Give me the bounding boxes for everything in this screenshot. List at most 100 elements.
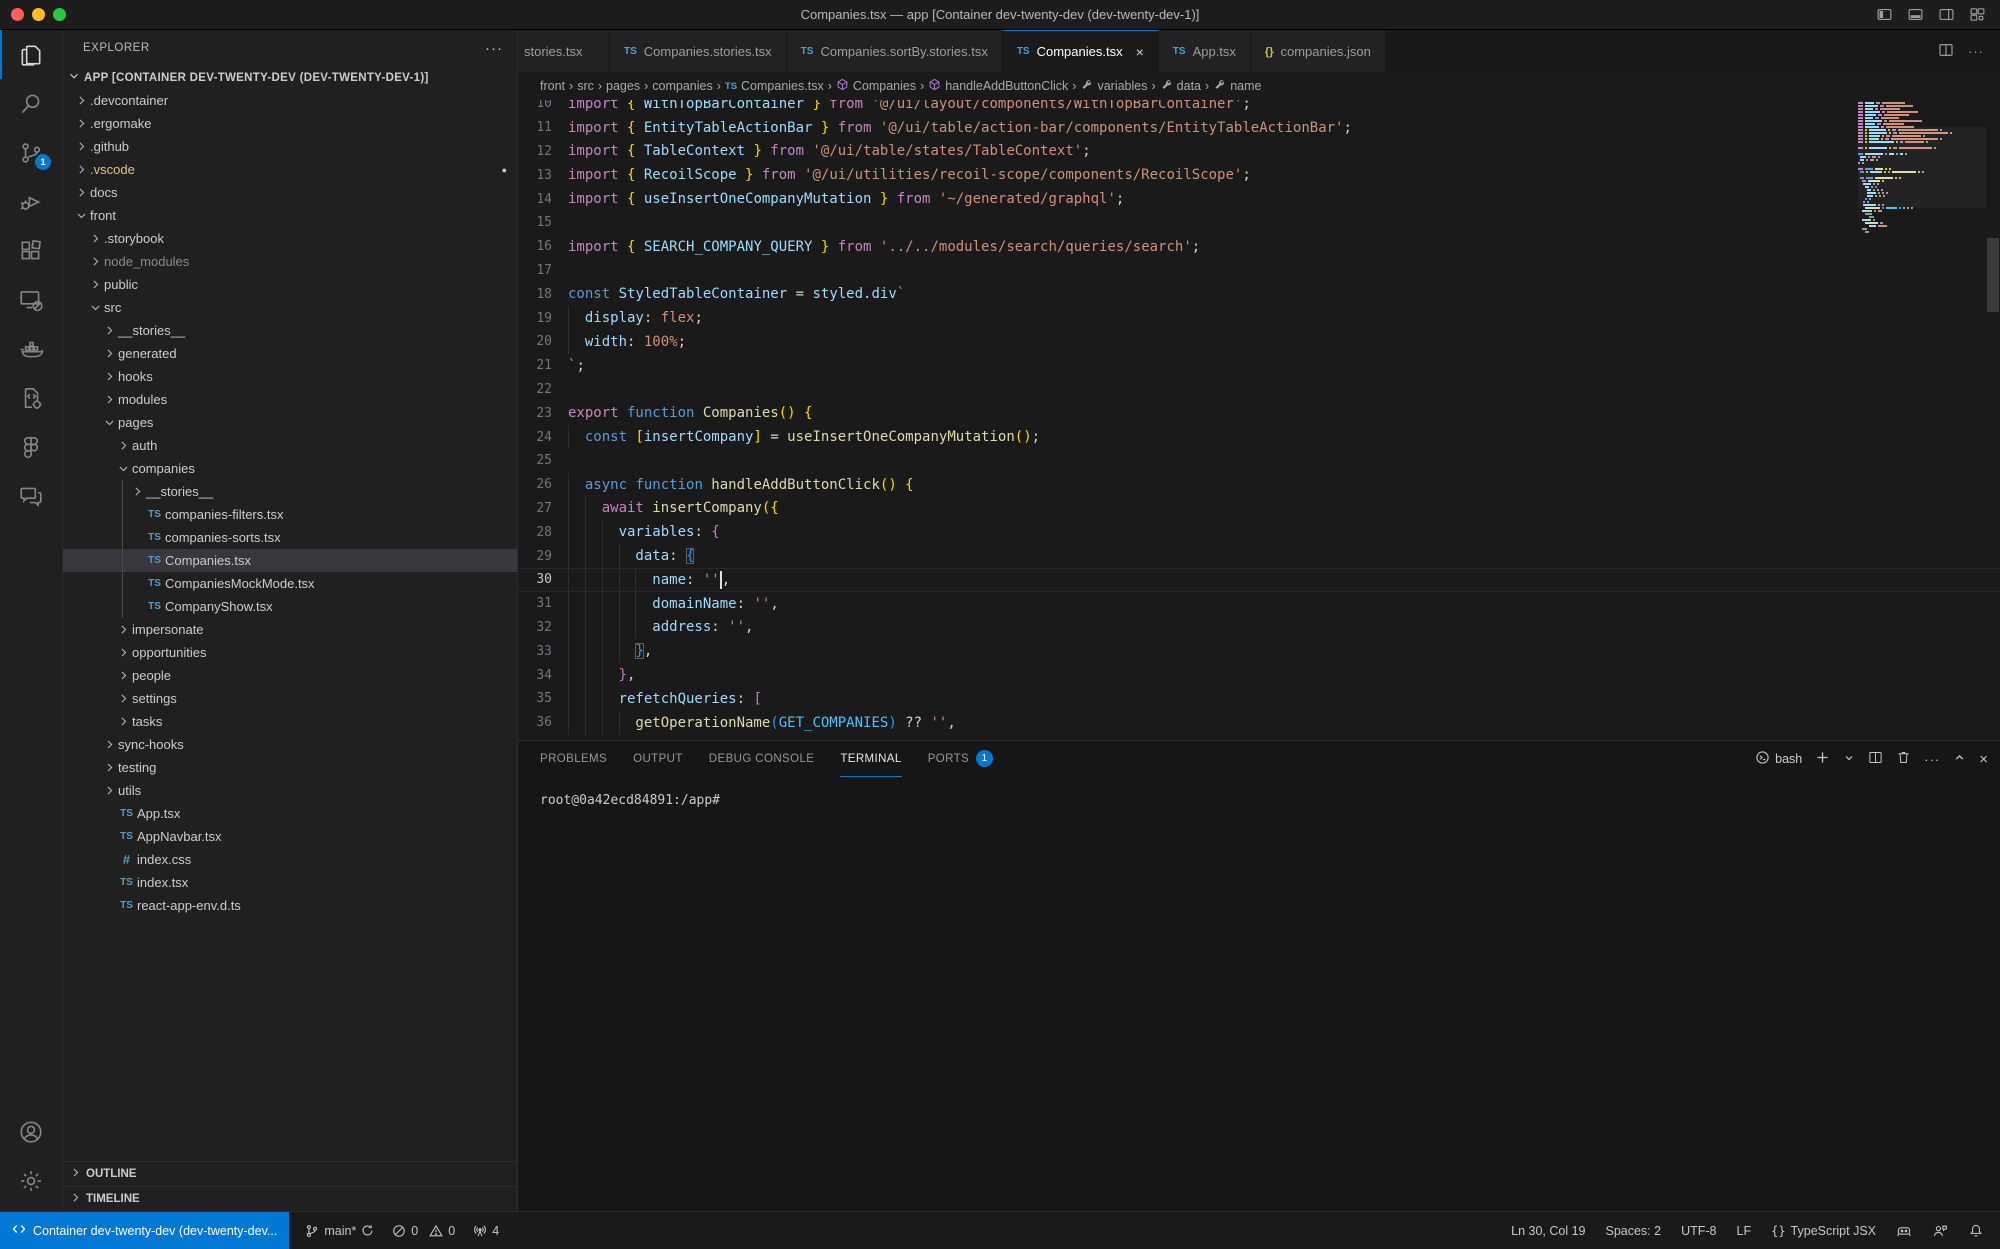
tree-item-public[interactable]: public — [63, 273, 517, 296]
activity-bar-remote-explorer-icon[interactable] — [0, 275, 62, 324]
code-line-29[interactable]: 29 data: { — [518, 544, 2000, 568]
activity-bar-figma-icon[interactable] — [0, 422, 62, 471]
activity-bar-extensions-icon[interactable] — [0, 226, 62, 275]
code-line-14[interactable]: 14import { useInsertOneCompanyMutation }… — [518, 187, 2000, 211]
line-number[interactable]: 36 — [518, 715, 568, 730]
customize-layout-icon[interactable] — [1969, 6, 1986, 23]
tree-item-impersonate[interactable]: impersonate — [63, 618, 517, 641]
tree-item-front[interactable]: front — [63, 204, 517, 227]
tree-item-modules[interactable]: modules — [63, 388, 517, 411]
tree-item-node-modules[interactable]: node_modules — [63, 250, 517, 273]
maximize-panel-icon[interactable] — [1953, 751, 1966, 767]
explorer-more-actions-icon[interactable]: ··· — [485, 40, 503, 57]
code-line-35[interactable]: 35 refetchQueries: [ — [518, 687, 2000, 711]
panel-tab-problems[interactable]: PROBLEMS — [540, 741, 607, 777]
code-line-30[interactable]: 30 name: '', — [518, 568, 2000, 592]
activity-bar-search-icon[interactable] — [0, 79, 62, 128]
code-line-15[interactable]: 15 — [518, 211, 2000, 235]
status-notifications-bell-icon[interactable] — [1968, 1223, 1984, 1239]
status-feedback-icon[interactable] — [1932, 1223, 1948, 1239]
workspace-section-header[interactable]: APP [CONTAINER DEV-TWENTY-DEV (DEV-TWENT… — [63, 66, 517, 89]
new-terminal-icon[interactable] — [1815, 750, 1830, 768]
code-line-16[interactable]: 16import { SEARCH_COMPANY_QUERY } from '… — [518, 235, 2000, 259]
tree-item--storybook[interactable]: .storybook — [63, 227, 517, 250]
breadcrumb-item-companies[interactable]: companies — [652, 79, 712, 93]
line-number[interactable]: 32 — [518, 620, 568, 635]
breadcrumb-item-pages[interactable]: pages — [606, 79, 640, 93]
close-window-button[interactable] — [11, 8, 24, 21]
kill-terminal-icon[interactable] — [1896, 750, 1911, 768]
tree-item-src[interactable]: src — [63, 296, 517, 319]
tree-item-companiesmockmode-tsx[interactable]: TSCompaniesMockMode.tsx — [63, 572, 517, 595]
breadcrumb-item-src[interactable]: src — [577, 79, 594, 93]
panel-tab-debug-console[interactable]: DEBUG CONSOLE — [709, 741, 815, 777]
breadcrumb-item-variables[interactable]: variables — [1080, 78, 1147, 94]
split-editor-icon[interactable] — [1938, 42, 1954, 61]
code-line-11[interactable]: 11import { EntityTableActionBar } from '… — [518, 116, 2000, 140]
tree-item-react-app-env-d-ts[interactable]: TSreact-app-env.d.ts — [63, 894, 517, 917]
line-number[interactable]: 33 — [518, 644, 568, 659]
breadcrumb-item-front[interactable]: front — [540, 79, 565, 93]
line-number[interactable]: 14 — [518, 192, 568, 207]
code-line-10[interactable]: 10import { WithTopBarContainer } from '@… — [518, 100, 2000, 116]
close-tab-icon[interactable]: × — [1136, 44, 1144, 60]
breadcrumb-item-companies-tsx[interactable]: TSCompanies.tsx — [725, 79, 824, 93]
tree-item-companies-filters-tsx[interactable]: TScompanies-filters.tsx — [63, 503, 517, 526]
minimap[interactable] — [1858, 100, 1986, 234]
status-cursor-position[interactable]: Ln 30, Col 19 — [1511, 1224, 1585, 1238]
tree-item-companies[interactable]: companies — [63, 457, 517, 480]
tree-item--stories-[interactable]: __stories__ — [63, 319, 517, 342]
line-number[interactable]: 13 — [518, 168, 568, 183]
tree-item--ergomake[interactable]: .ergomake — [63, 112, 517, 135]
zoom-window-button[interactable] — [53, 8, 66, 21]
line-number[interactable]: 20 — [518, 334, 568, 349]
line-number[interactable]: 22 — [518, 382, 568, 397]
tree-item-tasks[interactable]: tasks — [63, 710, 517, 733]
tree-item-companyshow-tsx[interactable]: TSCompanyShow.tsx — [63, 595, 517, 618]
activity-bar-comments-icon[interactable] — [0, 471, 62, 520]
sidebar-section-timeline[interactable]: TIMELINE — [63, 1186, 517, 1211]
line-number[interactable]: 29 — [518, 549, 568, 564]
tab-stories-tsx[interactable]: stories.tsx — [518, 30, 610, 72]
breadcrumb-item-companies[interactable]: Companies — [836, 78, 916, 94]
tree-item--stories-[interactable]: __stories__ — [63, 480, 517, 503]
editor-more-actions-icon[interactable]: ··· — [1968, 44, 1984, 59]
activity-bar-docker-icon[interactable] — [0, 324, 62, 373]
tab-companies-json[interactable]: {}companies.json — [1251, 30, 1386, 72]
breadcrumb-item-data[interactable]: data — [1160, 78, 1201, 94]
line-number[interactable]: 21 — [518, 358, 568, 373]
tree-item-opportunities[interactable]: opportunities — [63, 641, 517, 664]
toggle-sidebar-icon[interactable] — [1876, 6, 1893, 23]
line-number[interactable]: 28 — [518, 525, 568, 540]
line-number[interactable]: 23 — [518, 406, 568, 421]
code-line-18[interactable]: 18const StyledTableContainer = styled.di… — [518, 282, 2000, 306]
tree-item-auth[interactable]: auth — [63, 434, 517, 457]
code-line-20[interactable]: 20 width: 100%; — [518, 330, 2000, 354]
code-line-25[interactable]: 25 — [518, 449, 2000, 473]
tree-item-people[interactable]: people — [63, 664, 517, 687]
line-number[interactable]: 34 — [518, 668, 568, 683]
tree-item-docs[interactable]: docs — [63, 181, 517, 204]
line-number[interactable]: 15 — [518, 215, 568, 230]
tree-item-hooks[interactable]: hooks — [63, 365, 517, 388]
tree-item-utils[interactable]: utils — [63, 779, 517, 802]
tree-item-settings[interactable]: settings — [63, 687, 517, 710]
minimize-window-button[interactable] — [32, 8, 45, 21]
code-line-32[interactable]: 32 address: '', — [518, 616, 2000, 640]
status-eol[interactable]: LF — [1737, 1224, 1752, 1238]
code-line-33[interactable]: 33 }, — [518, 639, 2000, 663]
toggle-panel-icon[interactable] — [1907, 6, 1924, 23]
line-number[interactable]: 30 — [518, 572, 568, 587]
code-line-12[interactable]: 12import { TableContext } from '@/ui/tab… — [518, 140, 2000, 164]
tree-item-generated[interactable]: generated — [63, 342, 517, 365]
line-number[interactable]: 16 — [518, 239, 568, 254]
breadcrumb-item-name[interactable]: name — [1213, 78, 1261, 94]
split-terminal-icon[interactable] — [1868, 750, 1883, 768]
tree-item-sync-hooks[interactable]: sync-hooks — [63, 733, 517, 756]
code-line-36[interactable]: 36 getOperationName(GET_COMPANIES) ?? ''… — [518, 711, 2000, 735]
line-number[interactable]: 24 — [518, 430, 568, 445]
tree-item-companies-sorts-tsx[interactable]: TScompanies-sorts.tsx — [63, 526, 517, 549]
code-line-13[interactable]: 13import { RecoilScope } from '@/ui/util… — [518, 163, 2000, 187]
line-number[interactable]: 31 — [518, 596, 568, 611]
code-line-27[interactable]: 27 await insertCompany({ — [518, 497, 2000, 521]
